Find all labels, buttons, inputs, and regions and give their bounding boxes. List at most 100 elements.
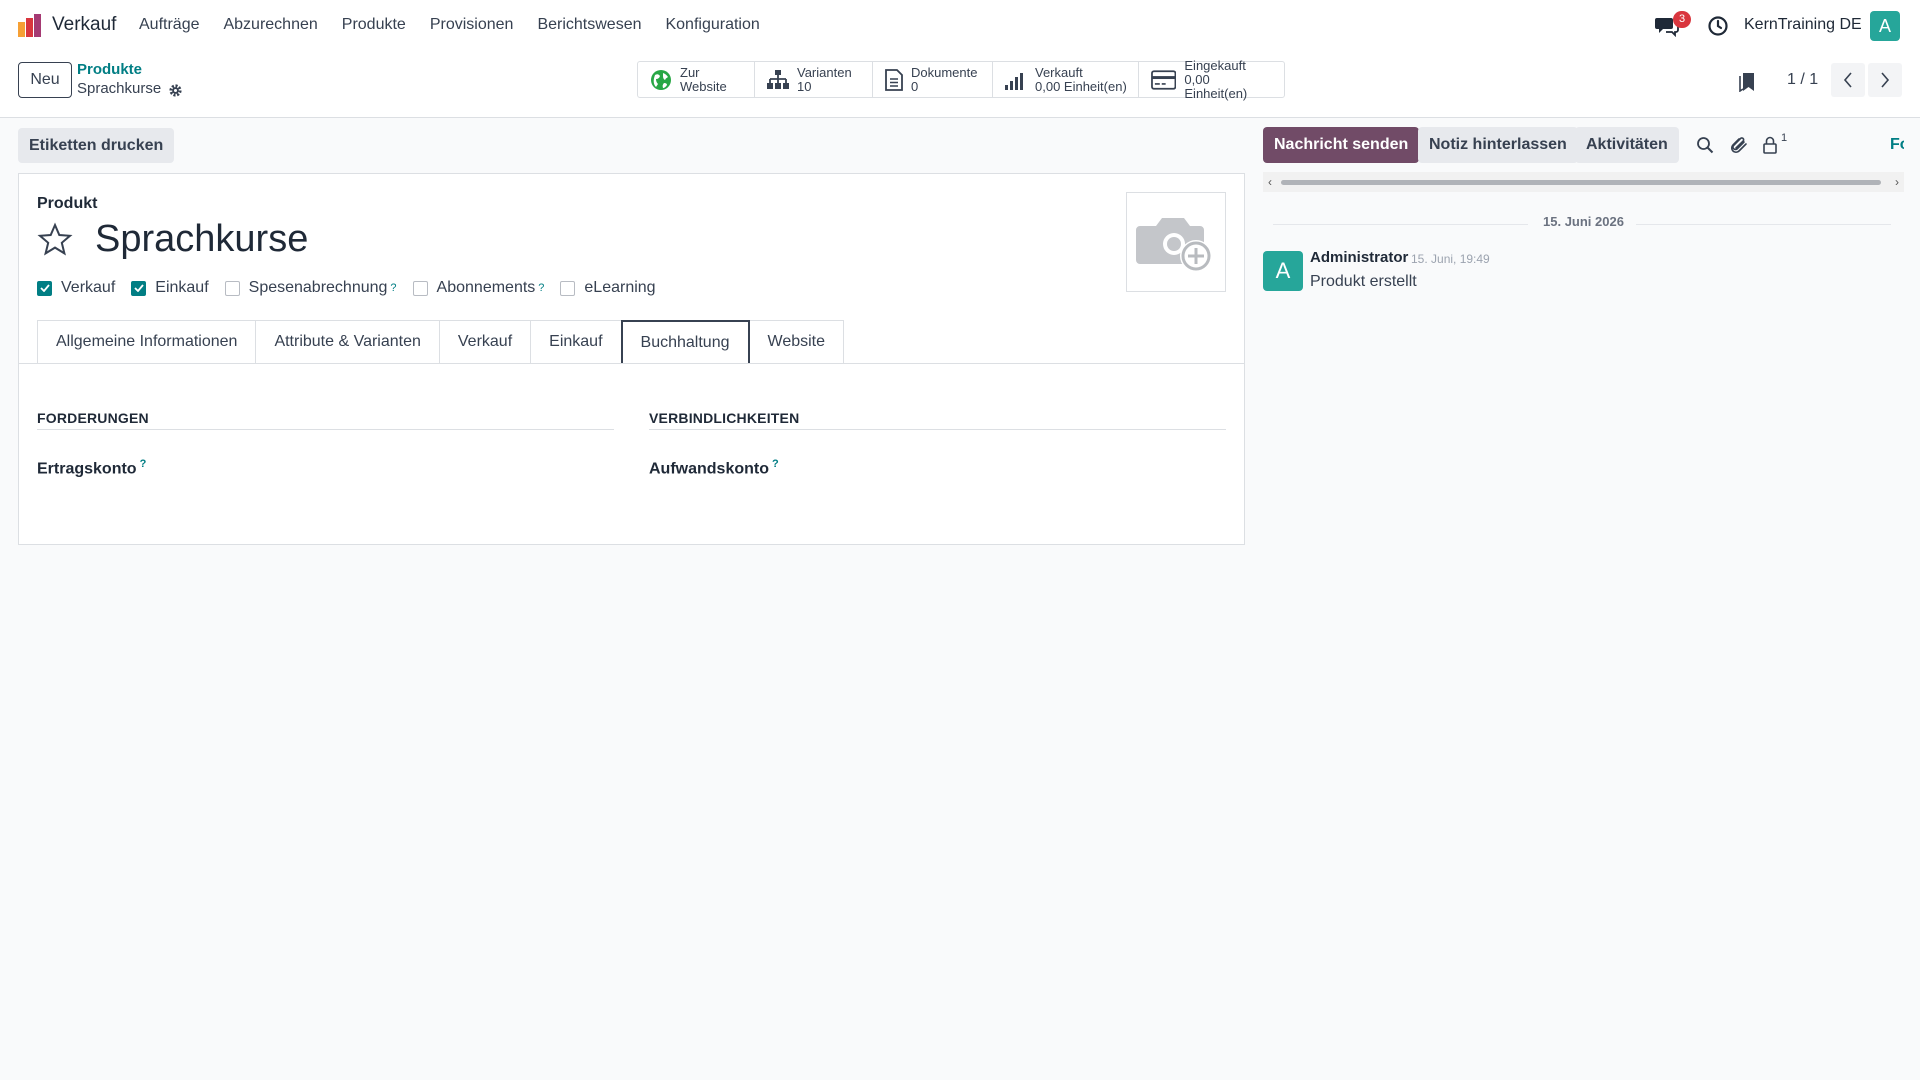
- tab-sales[interactable]: Verkauf: [438, 320, 531, 364]
- print-labels-button[interactable]: Etiketten drucken: [18, 128, 175, 163]
- smart-button-sold-value: 0,00 Einheit(en): [1035, 78, 1127, 94]
- checkbox-elearning-label: eLearning: [584, 279, 656, 296]
- tab-website[interactable]: Website: [749, 320, 845, 364]
- document-icon: [885, 68, 903, 91]
- separator-line: [1636, 224, 1891, 225]
- tooltip-mark[interactable]: ?: [538, 282, 544, 294]
- menu-item-products[interactable]: Produkte: [342, 16, 406, 34]
- user-avatar[interactable]: A: [1870, 11, 1900, 41]
- new-button[interactable]: Neu: [18, 62, 72, 98]
- activities-button[interactable]: Aktivitäten: [1575, 127, 1679, 163]
- smart-button-documents-label: Dokumente: [911, 64, 978, 80]
- horizontal-scrollbar[interactable]: ‹ ›: [1263, 172, 1904, 192]
- date-separator: 15. Juni 2026: [1263, 214, 1904, 234]
- pager-value[interactable]: 1 / 1: [1787, 71, 1818, 89]
- tab-general-information[interactable]: Allgemeine Informationen: [37, 320, 256, 364]
- income-account-field[interactable]: Ertragskonto?: [37, 458, 614, 478]
- control-panel: Neu Produkte Sprachkurse Zur Website Vari…: [0, 52, 1920, 118]
- checkbox-subscriptions-label: Abonnements: [436, 279, 536, 296]
- checkbox-sales-label: Verkauf: [61, 279, 116, 296]
- expense-account-field[interactable]: Aufwandskonto?: [649, 458, 1226, 478]
- product-name-field[interactable]: Sprachkurse: [95, 218, 308, 261]
- send-message-button[interactable]: Nachricht senden: [1263, 127, 1420, 163]
- tab-divider: [19, 363, 1244, 364]
- menu-item-orders[interactable]: Aufträge: [139, 16, 199, 34]
- checkbox-expenses[interactable]: Spesenabrechnung?: [224, 279, 397, 297]
- clock-icon[interactable]: [1707, 15, 1729, 37]
- smart-button-purchased-value: 0,00 Einheit(en): [1184, 71, 1248, 101]
- smart-button-variants-value: 10: [797, 78, 812, 94]
- smart-button-documents[interactable]: Dokumente 0: [873, 62, 993, 97]
- sitemap-icon: [767, 69, 789, 89]
- message-timestamp: 15. Juni, 19:49: [1411, 252, 1490, 266]
- search-icon[interactable]: [1696, 136, 1714, 154]
- tab-purchase[interactable]: Einkauf: [530, 320, 621, 364]
- tab-attributes-variants[interactable]: Attribute & Varianten: [255, 320, 439, 364]
- checkbox-expenses-box[interactable]: [224, 280, 240, 296]
- checkbox-subscriptions[interactable]: Abonnements?: [412, 279, 544, 297]
- breadcrumb-current: Sprachkurse: [77, 80, 162, 97]
- log-note-button[interactable]: Notiz hinterlassen: [1418, 127, 1578, 163]
- message-author[interactable]: Administrator: [1310, 249, 1408, 266]
- smart-button-variants[interactable]: Varianten 10: [755, 62, 873, 97]
- camera-plus-icon: [1136, 218, 1212, 272]
- menu-item-reporting[interactable]: Berichtswesen: [537, 16, 641, 34]
- product-form-sheet: Produkt Sprachkurse Verkauf Einkauf Spes…: [18, 173, 1245, 545]
- chevron-left-icon: [1843, 72, 1852, 88]
- checkbox-sales-box[interactable]: [37, 280, 52, 296]
- checkbox-subscriptions-box[interactable]: [412, 280, 428, 296]
- tooltip-mark[interactable]: ?: [772, 458, 779, 470]
- checkbox-purchase[interactable]: Einkauf: [131, 279, 209, 297]
- checkbox-expenses-label: Spesenabrechnung: [248, 279, 388, 296]
- payables-section: VERBINDLICHKEITEN Aufwandskonto?: [649, 410, 1226, 478]
- followers-lock-icon[interactable]: [1761, 136, 1779, 154]
- credit-card-icon: [1151, 69, 1177, 90]
- main-menu: Aufträge Abzurechnen Produkte Provisione…: [139, 16, 784, 34]
- company-switcher[interactable]: KernTraining DE: [1744, 16, 1862, 34]
- message-author-avatar[interactable]: A: [1263, 251, 1303, 291]
- menu-item-to-invoice[interactable]: Abzurechnen: [223, 16, 317, 34]
- paperclip-icon[interactable]: [1730, 136, 1748, 154]
- pager-next-button[interactable]: [1868, 63, 1902, 97]
- smart-button-documents-value: 0: [911, 78, 919, 94]
- star-icon[interactable]: [37, 222, 73, 258]
- app-name[interactable]: Verkauf: [52, 14, 116, 36]
- tooltip-mark[interactable]: ?: [140, 458, 147, 470]
- chat-count-badge: 3: [1673, 11, 1691, 28]
- checkbox-sales[interactable]: Verkauf: [37, 279, 115, 297]
- message-body: Produkt erstellt: [1310, 273, 1417, 290]
- menu-item-commissions[interactable]: Provisionen: [430, 16, 514, 34]
- app-logo-icon[interactable]: [17, 13, 43, 39]
- menu-item-configuration[interactable]: Konfiguration: [665, 16, 759, 34]
- top-navbar: Verkauf Aufträge Abzurechnen Produkte Pr…: [0, 0, 1920, 52]
- smart-button-sold-label: Verkauft: [1035, 64, 1083, 80]
- checkbox-elearning[interactable]: eLearning: [560, 279, 656, 297]
- product-options: Verkauf Einkauf Spesenabrechnung? Abonne…: [37, 279, 672, 297]
- smart-buttons: Zur Website Varianten 10 Dokumente 0 Ver…: [637, 57, 1285, 100]
- tooltip-mark[interactable]: ?: [390, 282, 396, 294]
- checkbox-elearning-box[interactable]: [560, 280, 576, 296]
- date-separator-label: 15. Juni 2026: [1543, 214, 1624, 229]
- smart-button-website[interactable]: Zur Website: [638, 62, 755, 97]
- breadcrumb-parent[interactable]: Produkte: [77, 61, 142, 78]
- smart-button-sold[interactable]: Verkauft 0,00 Einheit(en): [993, 62, 1139, 97]
- checkbox-purchase-label: Einkauf: [155, 279, 209, 296]
- gear-icon[interactable]: [168, 83, 183, 98]
- checkbox-purchase-box[interactable]: [131, 280, 147, 296]
- chevron-right-icon: [1881, 72, 1890, 88]
- receivables-title: FORDERUNGEN: [37, 410, 614, 430]
- product-image-upload[interactable]: [1126, 192, 1226, 292]
- scroll-right-arrow[interactable]: ›: [1895, 175, 1899, 189]
- scroll-thumb[interactable]: [1281, 180, 1881, 185]
- smart-button-purchased-label: Eingekauft: [1184, 57, 1246, 73]
- check-icon: [134, 284, 144, 292]
- follow-button[interactable]: Fo: [1890, 136, 1904, 154]
- product-label: Produkt: [37, 195, 98, 212]
- smart-button-purchased[interactable]: Eingekauft 0,00 Einheit(en): [1139, 57, 1284, 100]
- payables-title: VERBINDLICHKEITEN: [649, 410, 1226, 430]
- scroll-left-arrow[interactable]: ‹: [1268, 175, 1272, 189]
- tab-accounting[interactable]: Buchhaltung: [620, 320, 750, 364]
- bookmark-icon[interactable]: [1738, 72, 1756, 92]
- followers-count: 1: [1781, 132, 1788, 144]
- pager-previous-button[interactable]: [1831, 63, 1865, 97]
